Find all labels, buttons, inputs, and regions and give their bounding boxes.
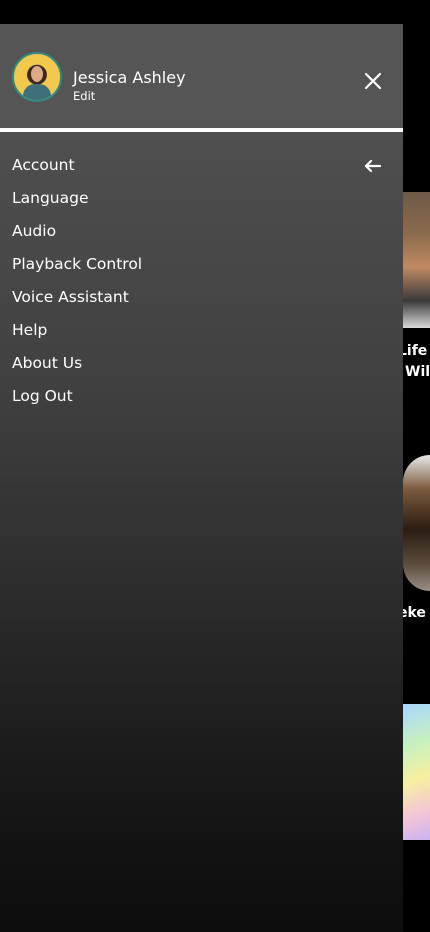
arrow-left-icon[interactable]: [364, 159, 382, 173]
user-name: Jessica Ashley: [73, 68, 186, 87]
menu-item-label: Voice Assistant: [12, 288, 129, 306]
drawer-header: Jessica Ashley Edit: [0, 24, 403, 128]
close-icon[interactable]: [360, 68, 386, 94]
menu-item-label: Playback Control: [12, 255, 143, 273]
album-card-subtitle: Wil: [405, 364, 430, 380]
menu-item-label: Log Out: [12, 387, 73, 405]
menu-item-label: Language: [12, 189, 89, 207]
menu-item-audio[interactable]: Audio: [0, 215, 403, 248]
settings-menu: Account Language Audio Playback Control …: [0, 149, 403, 413]
menu-item-language[interactable]: Language: [0, 182, 403, 215]
menu-item-account[interactable]: Account: [0, 149, 403, 182]
menu-item-label: Audio: [12, 222, 57, 240]
header-divider: [0, 128, 403, 132]
menu-item-help[interactable]: Help: [0, 314, 403, 347]
menu-item-voice-assistant[interactable]: Voice Assistant: [0, 281, 403, 314]
playlist-card-thumbnail[interactable]: [403, 704, 430, 840]
album-card-thumbnail[interactable]: [403, 192, 430, 328]
edit-profile-link[interactable]: Edit: [73, 89, 95, 103]
artist-card-thumbnail[interactable]: [403, 455, 430, 591]
menu-item-about-us[interactable]: About Us: [0, 347, 403, 380]
menu-item-label: Help: [12, 321, 48, 339]
app-screen: Life / Wil eke Jessica Ashley Edit Accou…: [0, 0, 430, 932]
avatar-body: [23, 84, 51, 100]
side-drawer: Jessica Ashley Edit Account Language Aud…: [0, 24, 403, 932]
menu-item-log-out[interactable]: Log Out: [0, 380, 403, 413]
menu-item-playback-control[interactable]: Playback Control: [0, 248, 403, 281]
avatar-face: [31, 66, 43, 82]
menu-item-label: About Us: [12, 354, 83, 372]
avatar[interactable]: [12, 52, 62, 102]
menu-item-label: Account: [12, 156, 75, 174]
